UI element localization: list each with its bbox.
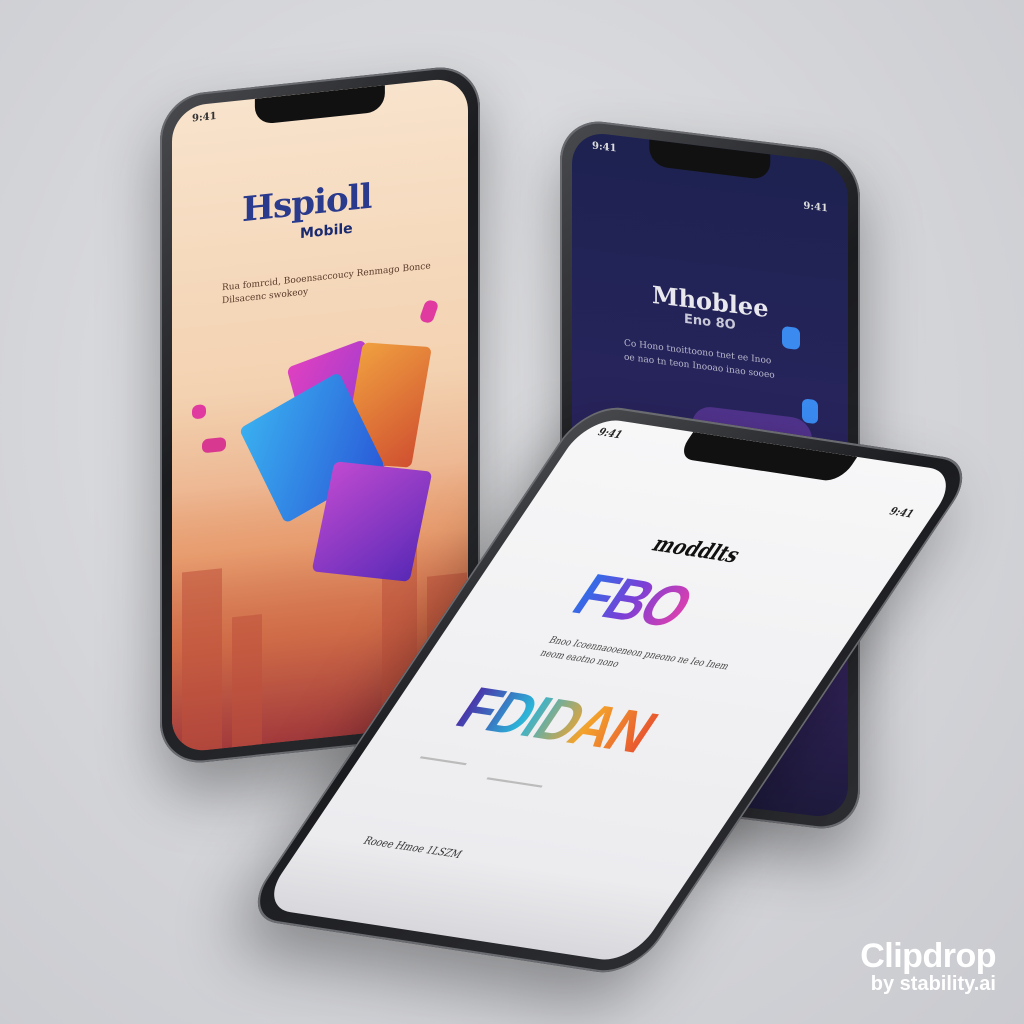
footer-text: Rooee Hmoe 1LSZM (360, 835, 464, 861)
watermark-byline: by stability.ai (870, 973, 996, 995)
glow-shape (802, 398, 818, 425)
confetti-shape (202, 436, 226, 454)
confetti-shape (418, 299, 440, 324)
status-time: 9:41 (594, 426, 625, 442)
glow-shape (782, 325, 800, 351)
status-indicator: 9:41 (803, 200, 828, 215)
divider (419, 756, 467, 766)
status-time: 9:41 (192, 110, 217, 125)
hero-wordmark-secondary: FDIDAN (444, 674, 669, 765)
app-body-text: Rua fomrcid, Booensaccoucy Renmago Bonce… (222, 261, 431, 307)
status-indicator: 9:41 (886, 506, 917, 521)
divider (486, 777, 543, 788)
app-body-text: Bnoo Icoennaooeneon pneono ne Ieo Inem n… (537, 635, 731, 673)
app-body-text: Co Hono tnoittoono tnet ee Inoo oe nao t… (624, 338, 775, 381)
confetti-shape (192, 403, 206, 420)
status-time: 9:41 (592, 140, 617, 155)
watermark-brand: Clipdrop (860, 937, 996, 975)
app-subtitle: Mobile (300, 220, 353, 243)
hero-wordmark: FBO (560, 561, 706, 640)
app-title: moddlts (647, 531, 747, 568)
watermark: Clipdrop by stability.ai (860, 939, 996, 996)
